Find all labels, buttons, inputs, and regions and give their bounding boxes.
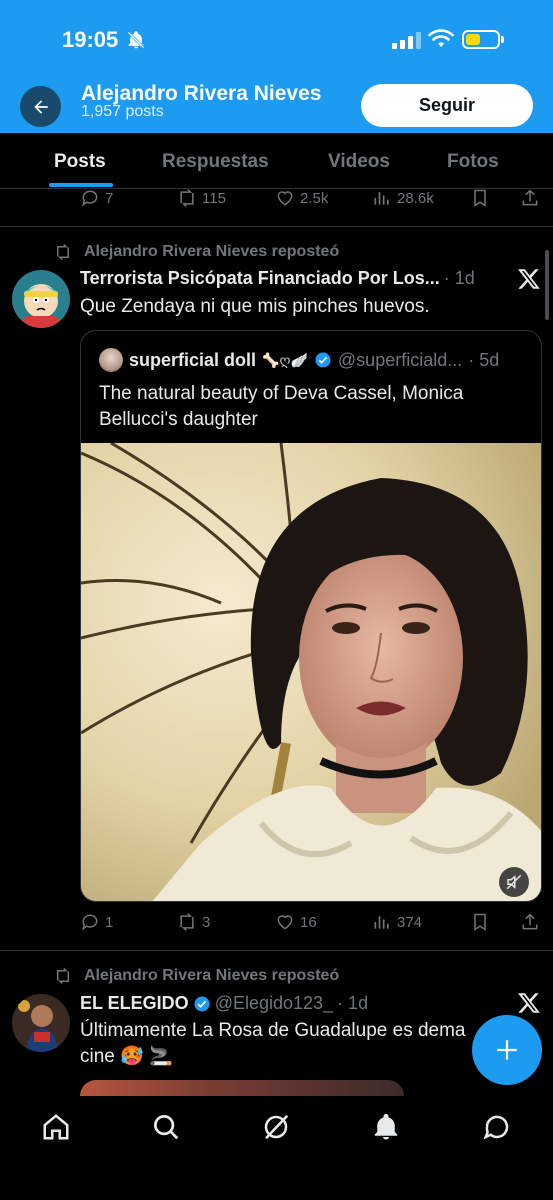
prev-post-actions: 7 115 2.5k 28.6k	[80, 188, 540, 212]
profile-tabs: Posts Respuestas Videos Fotos	[0, 133, 553, 189]
active-tab-indicator	[49, 183, 113, 187]
repost-icon	[180, 189, 194, 207]
repost-indicator[interactable]: Alejandro Rivera Nieves reposteó	[54, 243, 339, 261]
quote-time: · 5d	[468, 349, 500, 370]
quoted-post[interactable]: superficial doll 🦴ღ🪽 @superficiald... · …	[80, 330, 542, 902]
like-button[interactable]: 2.5k	[275, 188, 328, 208]
back-button[interactable]	[20, 86, 61, 127]
post-actions: 1 3 16 374	[80, 912, 540, 936]
quote-handle: @superficiald...	[337, 349, 463, 370]
author-handle: @Elegido123_	[214, 993, 334, 1013]
x-logo-icon	[517, 993, 540, 1013]
bookmark-button[interactable]	[470, 188, 490, 208]
tab-posts[interactable]: Posts	[54, 151, 106, 173]
bookmark-icon	[474, 913, 486, 931]
author-name[interactable]: Terrorista Psicópata Financiado Por Los.…	[80, 268, 440, 289]
repost-icon	[57, 967, 69, 985]
home-icon[interactable]	[41, 1112, 71, 1142]
author-name[interactable]: EL ELEGIDO	[80, 993, 189, 1014]
tab-videos[interactable]: Videos	[328, 151, 390, 173]
reply-button[interactable]: 1	[80, 912, 113, 932]
bookmark-icon	[474, 189, 486, 207]
follow-button[interactable]: Seguir	[361, 84, 533, 127]
verified-badge-icon	[315, 352, 331, 368]
tab-respuestas[interactable]: Respuestas	[162, 151, 269, 173]
profile-photo	[12, 994, 70, 1052]
heart-icon	[277, 191, 293, 206]
repost-icon	[57, 243, 69, 261]
repost-button[interactable]: 3	[177, 912, 210, 932]
repost-icon	[180, 913, 194, 931]
compose-button[interactable]	[472, 1015, 542, 1085]
arrow-left-icon	[33, 99, 48, 114]
views-icon	[374, 192, 389, 205]
post-text: Que Zendaya ni que mis pinches huevos.	[80, 296, 430, 317]
verified-badge-icon	[194, 996, 210, 1011]
avatar[interactable]	[12, 270, 70, 328]
x-logo-icon	[517, 269, 540, 289]
post-time: · 1d	[443, 268, 475, 288]
avatar	[99, 348, 123, 372]
share-icon	[522, 913, 538, 930]
reply-button[interactable]: 7	[80, 188, 113, 208]
avatar[interactable]	[12, 994, 70, 1052]
post-author-line: EL ELEGIDO @Elegido123_ · 1d	[80, 993, 368, 1014]
plus-icon	[497, 1040, 517, 1060]
share-button[interactable]	[520, 912, 540, 932]
bell-off-icon	[127, 31, 145, 49]
status-time: 19:05	[62, 27, 119, 52]
quote-author-name: superficial doll	[129, 349, 257, 370]
heart-icon	[277, 915, 293, 930]
views-icon	[374, 916, 389, 929]
repost-button[interactable]: 115	[177, 188, 226, 208]
quote-author-emoji: 🦴ღ🪽	[262, 351, 308, 368]
like-button[interactable]: 16	[275, 912, 317, 932]
repost-indicator[interactable]: Alejandro Rivera Nieves reposteó	[54, 967, 339, 985]
quoted-photo[interactable]	[81, 443, 542, 902]
post-text-line-2: cine 🥵 🚬	[80, 1046, 173, 1067]
search-icon[interactable]	[151, 1112, 181, 1142]
quote-author-line: superficial doll 🦴ღ🪽 @superficiald... · …	[99, 348, 499, 372]
reply-icon	[82, 190, 98, 207]
tab-fotos[interactable]: Fotos	[447, 151, 499, 173]
post-author-line: Terrorista Psicópata Financiado Por Los.…	[80, 268, 475, 289]
quote-text: The natural beauty of Deva Cassel, Monic…	[99, 383, 464, 430]
views-button[interactable]: 28.6k	[372, 188, 434, 208]
cartoon-avatar-image	[12, 270, 70, 328]
posts-count: 1,957 posts	[81, 103, 164, 120]
battery-icon	[462, 30, 500, 49]
grok-icon[interactable]	[261, 1112, 291, 1142]
mute-button[interactable]	[499, 867, 529, 897]
share-button[interactable]	[520, 188, 540, 208]
post-time: · 1d	[337, 993, 369, 1013]
views-button[interactable]: 374	[372, 912, 422, 932]
reply-icon	[82, 914, 98, 931]
share-icon	[522, 189, 538, 206]
messages-icon[interactable]	[482, 1112, 512, 1142]
bookmark-button[interactable]	[470, 912, 490, 932]
cellular-signal-icon	[392, 32, 421, 49]
bottom-navigation	[0, 1096, 553, 1200]
post-text-line-1: Últimamente La Rosa de Guadalupe es dema	[80, 1020, 466, 1041]
profile-header: 19:05 Alejandro Rivera Nieves 1,957 post…	[0, 0, 553, 133]
wifi-icon	[428, 29, 454, 47]
notifications-icon[interactable]	[371, 1112, 401, 1142]
scrollbar[interactable]	[545, 250, 549, 320]
speaker-muted-icon	[506, 874, 522, 890]
